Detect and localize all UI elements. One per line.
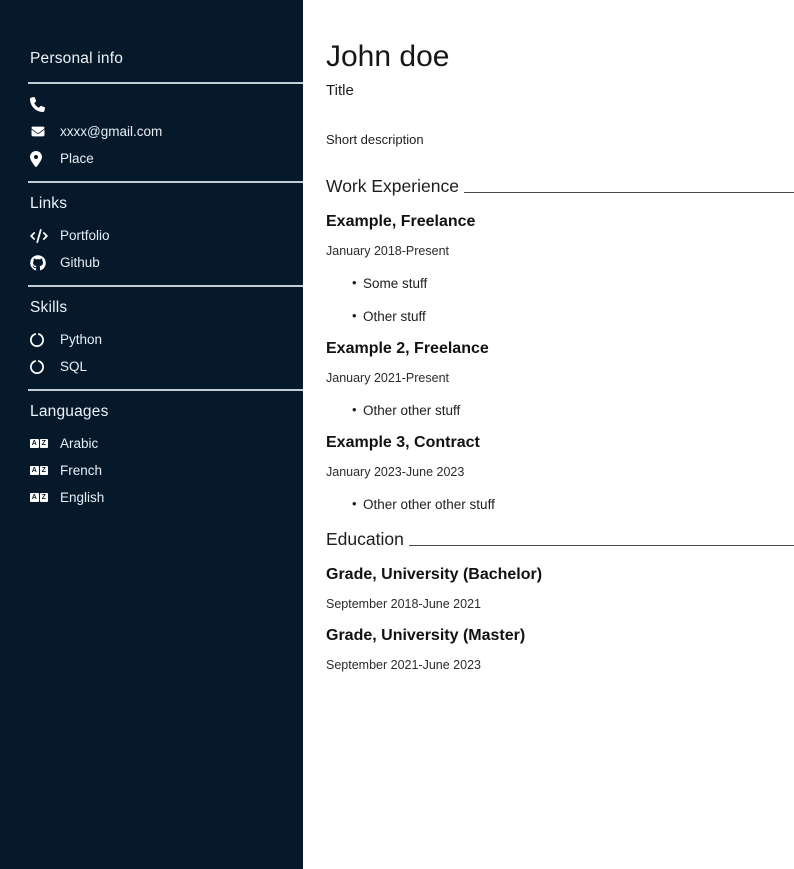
link-portfolio-row[interactable]: Portfolio xyxy=(30,227,303,244)
language-icon: A Z xyxy=(30,435,48,452)
bullet-item: • Other other stuff xyxy=(326,403,794,418)
entry-date: January 2021-Present xyxy=(326,371,794,385)
link-github-row[interactable]: Github xyxy=(30,254,303,271)
divider xyxy=(28,285,303,287)
name-heading: John doe xyxy=(326,40,794,73)
place-value: Place xyxy=(60,151,94,166)
heading-rule xyxy=(464,192,794,193)
divider xyxy=(28,181,303,183)
language-row: A Z Arabic xyxy=(30,435,303,452)
entry-title: Example 2, Freelance xyxy=(326,340,794,358)
language-icon-letter: A xyxy=(30,466,39,475)
entry-bullets: • Other other stuff xyxy=(326,403,794,418)
bullet-text: Some stuff xyxy=(363,276,427,291)
entry-title: Grade, University (Bachelor) xyxy=(326,566,794,584)
bullet-text: Other other stuff xyxy=(363,403,460,418)
phone-icon xyxy=(30,96,48,113)
section-education: Education Grade, University (Bachelor) S… xyxy=(326,529,794,672)
bullet-dot: • xyxy=(352,402,357,417)
section-heading-label: Education xyxy=(326,529,404,550)
entry-bullets: • Some stuff • Other stuff xyxy=(326,276,794,324)
language-icon-letter: Z xyxy=(40,493,49,502)
entry-date: September 2021-June 2023 xyxy=(326,658,794,672)
section-heading: Work Experience xyxy=(326,176,794,197)
language-row: A Z English xyxy=(30,489,303,506)
language-icon: A Z xyxy=(30,489,48,506)
skill-row: Python xyxy=(30,331,303,348)
skill-row: SQL xyxy=(30,358,303,375)
work-entry: Example 3, Contract January 2023-June 20… xyxy=(326,434,794,512)
bullet-text: Other other other stuff xyxy=(363,497,495,512)
entry-bullets: • Other other other stuff xyxy=(326,497,794,512)
contact-email-row[interactable]: xxxx@gmail.com xyxy=(30,123,303,140)
skill-label: SQL xyxy=(60,359,87,374)
language-icon: A Z xyxy=(30,462,48,479)
contact-place-row: Place xyxy=(30,150,303,167)
education-entry: Grade, University (Master) September 202… xyxy=(326,627,794,672)
bullet-dot: • xyxy=(352,275,357,290)
bullet-item: • Other stuff xyxy=(326,309,794,324)
github-link-label[interactable]: Github xyxy=(60,255,100,270)
bullet-dot: • xyxy=(352,496,357,511)
language-icon-letter: A xyxy=(30,493,39,502)
entry-title: Grade, University (Master) xyxy=(326,627,794,645)
section-heading: Education xyxy=(326,529,794,550)
heading-rule xyxy=(409,545,794,546)
circle-notch-icon xyxy=(30,358,48,375)
work-entry: Example 2, Freelance January 2021-Presen… xyxy=(326,340,794,418)
job-title: Title xyxy=(326,82,794,99)
divider xyxy=(28,82,303,84)
envelope-icon xyxy=(30,123,48,140)
short-description: Short description xyxy=(326,132,794,147)
skill-label: Python xyxy=(60,332,102,347)
sidebar-section-title-languages: Languages xyxy=(30,403,303,421)
github-icon xyxy=(30,254,48,271)
bullet-item: • Other other other stuff xyxy=(326,497,794,512)
sidebar: Personal info xxxx@gmail.com Place Links… xyxy=(0,0,303,869)
bullet-dot: • xyxy=(352,308,357,323)
language-label: English xyxy=(60,490,104,505)
sidebar-section-title-personal-info: Personal info xyxy=(30,50,303,68)
entry-date: January 2023-June 2023 xyxy=(326,465,794,479)
language-icon-letter: Z xyxy=(40,439,49,448)
language-label: French xyxy=(60,463,102,478)
sidebar-section-title-links: Links xyxy=(30,195,303,213)
section-work-experience: Work Experience Example, Freelance Janua… xyxy=(326,176,794,512)
language-label: Arabic xyxy=(60,436,98,451)
education-entry: Grade, University (Bachelor) September 2… xyxy=(326,566,794,611)
code-icon xyxy=(30,227,48,244)
language-icon-letter: Z xyxy=(40,466,49,475)
sidebar-section-title-skills: Skills xyxy=(30,299,303,317)
portfolio-link-label[interactable]: Portfolio xyxy=(60,228,110,243)
language-icon-letter: A xyxy=(30,439,39,448)
entry-title: Example 3, Contract xyxy=(326,434,794,452)
section-heading-label: Work Experience xyxy=(326,176,459,197)
work-entry: Example, Freelance January 2018-Present … xyxy=(326,213,794,324)
entry-date: January 2018-Present xyxy=(326,244,794,258)
location-pin-icon xyxy=(30,150,48,167)
entry-date: September 2018-June 2021 xyxy=(326,597,794,611)
resume-main: John doe Title Short description Work Ex… xyxy=(303,0,794,672)
bullet-text: Other stuff xyxy=(363,309,426,324)
circle-notch-icon xyxy=(30,331,48,348)
divider xyxy=(28,389,303,391)
bullet-item: • Some stuff xyxy=(326,276,794,291)
entry-title: Example, Freelance xyxy=(326,213,794,231)
language-row: A Z French xyxy=(30,462,303,479)
contact-phone-row xyxy=(30,96,303,113)
email-value[interactable]: xxxx@gmail.com xyxy=(60,124,162,139)
